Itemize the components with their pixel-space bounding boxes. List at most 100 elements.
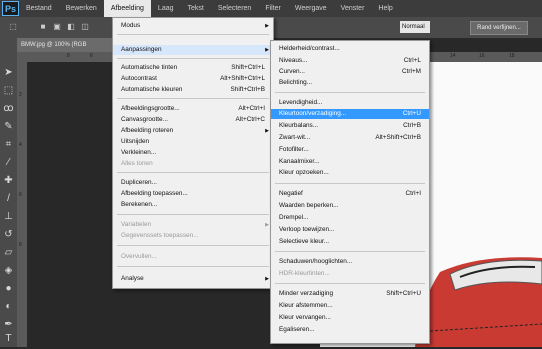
separator xyxy=(275,183,425,184)
menu-item-verkleinen[interactable]: Verkleinen... xyxy=(113,148,273,158)
item-shortcut: Ctrl+L xyxy=(403,57,421,64)
submenu-item-hdr-kleurtinten[interactable]: HDR-kleurtinten... xyxy=(271,269,429,279)
submenu-item-negatief[interactable]: Negatief Ctrl+I xyxy=(271,189,429,199)
submenu-item-curven[interactable]: Curven... Ctrl+M xyxy=(271,67,429,77)
menu-item-variabelen[interactable]: Variabelen ▶ xyxy=(113,220,273,230)
clone-stamp-icon[interactable]: ⊥ xyxy=(2,210,15,223)
menu-laag[interactable]: Laag xyxy=(151,0,181,17)
menu-help[interactable]: Help xyxy=(371,0,399,17)
brush-icon[interactable]: / xyxy=(2,192,15,205)
submenu-item-minder-verzadiging[interactable]: Minder verzadiging Shift+Ctrl+U xyxy=(271,289,429,299)
pen-icon[interactable]: ✒ xyxy=(2,318,15,331)
submenu-arrow-icon: ▶ xyxy=(265,47,269,53)
intersect-selection-icon[interactable]: ◫ xyxy=(80,22,90,32)
submenu-item-kleur-vervangen[interactable]: Kleur vervangen... xyxy=(271,313,429,323)
quick-select-icon[interactable]: ✎ xyxy=(2,120,15,133)
afbeelding-menu: Modus ▶ Aanpassingen ▶ Automatische tinten… xyxy=(112,17,274,289)
menu-filter[interactable]: Filter xyxy=(258,0,288,17)
separator xyxy=(117,245,269,246)
aanpassingen-submenu: Helderheid/contrast... Niveaus... Ctrl+L … xyxy=(270,40,430,344)
item-label: Fotofilter... xyxy=(279,146,309,153)
menu-bewerken[interactable]: Bewerken xyxy=(59,0,104,17)
submenu-item-drempel[interactable]: Drempel... xyxy=(271,213,429,223)
move-tool-icon[interactable]: ➤ xyxy=(2,66,15,79)
submenu-item-kanaalmixer[interactable]: Kanaalmixer... xyxy=(271,157,429,167)
item-label: Overvullen... xyxy=(121,253,157,260)
marquee-tool-icon[interactable]: ⬚ xyxy=(8,22,18,32)
menu-item-afbeelding-roteren[interactable]: Afbeelding roteren ▶ xyxy=(113,126,273,136)
item-shortcut: Shift+Ctrl+B xyxy=(230,86,265,93)
submenu-item-verloop-toewijzen[interactable]: Verloop toewijzen... xyxy=(271,225,429,235)
item-label: Minder verzadiging xyxy=(279,290,333,297)
paint-bucket-icon[interactable]: ◈ xyxy=(2,264,15,277)
menu-item-automatische-kleuren[interactable]: Automatische kleuren Shift+Ctrl+B xyxy=(113,85,273,95)
menu-venster[interactable]: Venster xyxy=(334,0,372,17)
menu-item-canvasgrootte[interactable]: Canvasgrootte... Alt+Ctrl+C xyxy=(113,115,273,125)
refine-edge-button[interactable]: Rand verfijnen... xyxy=(470,21,528,35)
submenu-item-kleur-opzoeken[interactable]: Kleur opzoeken... xyxy=(271,168,429,178)
menu-item-dupliceren[interactable]: Dupliceren... xyxy=(113,178,273,188)
submenu-item-waarden-beperken[interactable]: Waarden beperken... xyxy=(271,201,429,211)
eraser-icon[interactable]: ▱ xyxy=(2,246,15,259)
menu-item-alles-tonen[interactable]: Alles tonen xyxy=(113,159,273,169)
ruler-mark: 8 xyxy=(19,242,22,248)
add-selection-icon[interactable]: ▣ xyxy=(52,22,62,32)
menu-afbeelding[interactable]: Afbeelding xyxy=(103,0,151,17)
ruler-mark: 6 xyxy=(19,192,22,198)
item-label: Belichting... xyxy=(279,79,313,86)
submenu-item-helderheid-contrast[interactable]: Helderheid/contrast... xyxy=(271,44,429,54)
type-tool-icon[interactable]: T xyxy=(2,332,15,345)
blur-icon[interactable]: ● xyxy=(2,282,15,295)
item-label: Afbeelding roteren xyxy=(121,127,174,134)
menu-weergave[interactable]: Weergave xyxy=(288,0,334,17)
menu-selecteren[interactable]: Selecteren xyxy=(211,0,258,17)
menu-bestand[interactable]: Bestand xyxy=(19,0,59,17)
menu-item-afbeelding-toepassen[interactable]: Afbeelding toepassen... xyxy=(113,189,273,199)
item-label: Berekenen... xyxy=(121,201,158,208)
menu-item-autocontrast[interactable]: Autocontrast Alt+Shift+Ctrl+L xyxy=(113,74,273,84)
tools-panel: ➤ ⬚ ꝏ ✎ ⌗ ⁄ ✚ / ⊥ ↺ ▱ ◈ ● ◐ ✒ T xyxy=(0,38,18,347)
submenu-item-fotofilter[interactable]: Fotofilter... xyxy=(271,145,429,155)
menu-item-aanpassingen[interactable]: Aanpassingen ▶ xyxy=(113,45,273,55)
menu-item-modus[interactable]: Modus ▶ xyxy=(113,21,273,31)
submenu-item-kleurbalans[interactable]: Kleurbalans... Ctrl+B xyxy=(271,121,429,131)
history-brush-icon[interactable]: ↺ xyxy=(2,228,15,241)
menu-item-gegevenssets-toepassen[interactable]: Gegevenssets toepassen... xyxy=(113,231,273,241)
menu-item-afbeeldingsgrootte[interactable]: Afbeeldingsgrootte... Alt+Ctrl+I xyxy=(113,104,273,114)
menu-item-overvullen[interactable]: Overvullen... xyxy=(113,252,273,262)
separator xyxy=(117,172,269,173)
submenu-item-schaduwen-hooglichten[interactable]: Schaduwen/hooglichten... xyxy=(271,257,429,267)
eyedropper-icon[interactable]: ⁄ xyxy=(2,156,15,169)
menu-item-berekenen[interactable]: Berekenen... xyxy=(113,200,273,210)
separator xyxy=(117,34,269,35)
lasso-icon[interactable]: ꝏ xyxy=(2,102,15,115)
menu-item-automatische-tinten[interactable]: Automatische tinten Shift+Ctrl+L xyxy=(113,63,273,73)
submenu-item-selectieve-kleur[interactable]: Selectieve kleur... xyxy=(271,237,429,247)
dodge-icon[interactable]: ◐ xyxy=(2,300,15,313)
submenu-item-kleurtoon-verzadiging[interactable]: Kleurtoon/verzadiging... Ctrl+U xyxy=(271,109,429,119)
crop-icon[interactable]: ⌗ xyxy=(2,138,15,151)
healing-brush-icon[interactable]: ✚ xyxy=(2,174,15,187)
new-selection-icon[interactable]: ■ xyxy=(38,22,48,32)
submenu-item-kleur-afstemmen[interactable]: Kleur afstemmen... xyxy=(271,301,429,311)
item-label: Kleurtoon/verzadiging... xyxy=(279,110,347,117)
item-label: Curven... xyxy=(279,68,305,75)
item-label: Zwart-wit... xyxy=(279,134,311,141)
submenu-item-niveaus[interactable]: Niveaus... Ctrl+L xyxy=(271,56,429,66)
separator xyxy=(117,214,269,215)
menu-item-uitsnijden[interactable]: Uitsnijden xyxy=(113,137,273,147)
item-label: Afbeeldingsgrootte... xyxy=(121,105,180,112)
ruler-mark: 14 xyxy=(450,53,456,59)
style-select[interactable]: Normaal xyxy=(400,21,430,33)
submenu-item-belichting[interactable]: Belichting... xyxy=(271,78,429,88)
submenu-item-levendigheid[interactable]: Levendigheid... xyxy=(271,98,429,108)
menu-tekst[interactable]: Tekst xyxy=(181,0,211,17)
ruler-mark: 8 xyxy=(67,53,70,59)
ruler-mark: 4 xyxy=(19,142,22,148)
subtract-selection-icon[interactable]: ◧ xyxy=(66,22,76,32)
separator xyxy=(275,251,425,252)
marquee-icon[interactable]: ⬚ xyxy=(2,84,15,97)
menu-item-analyse[interactable]: Analyse ▶ xyxy=(113,274,273,284)
submenu-item-egaliseren[interactable]: Egaliseren... xyxy=(271,325,429,335)
submenu-item-zwart-wit[interactable]: Zwart-wit... Alt+Shift+Ctrl+B xyxy=(271,133,429,143)
